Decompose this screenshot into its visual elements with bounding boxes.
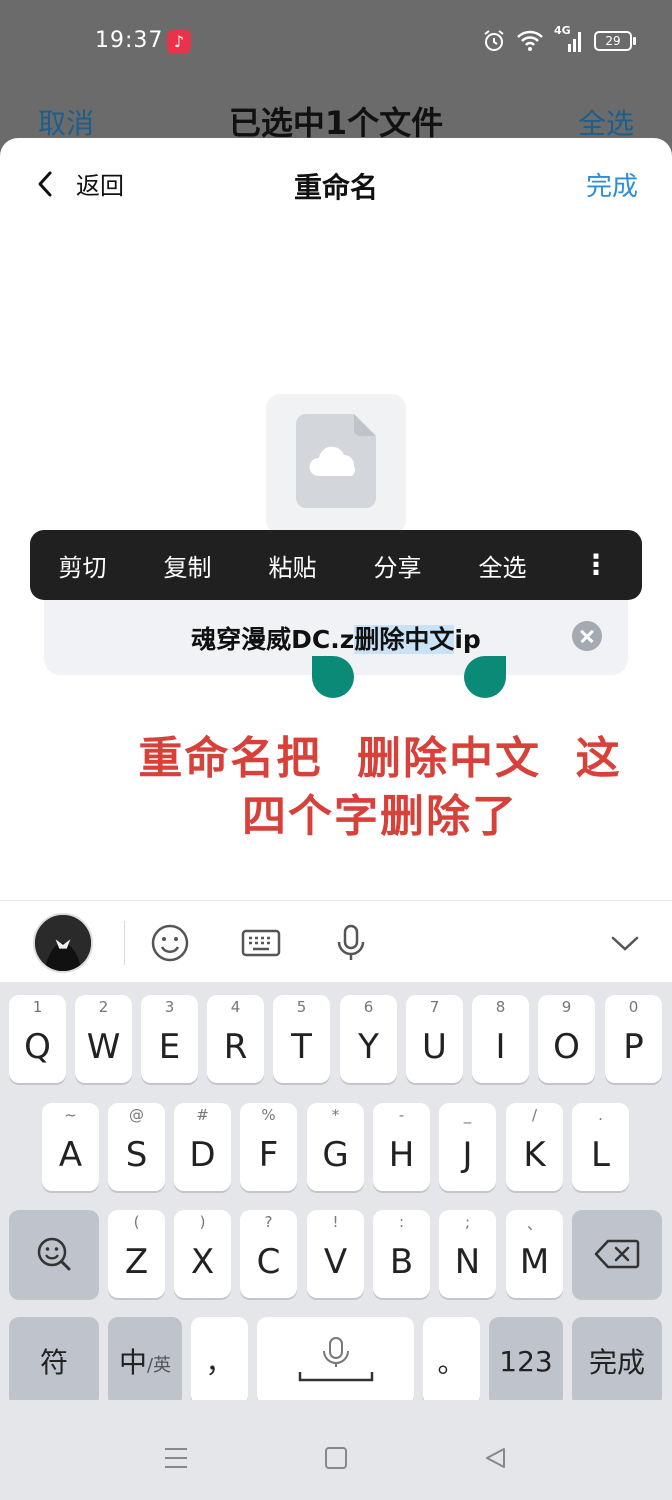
key-a[interactable]: ~ A — [42, 1103, 99, 1191]
menu-copy[interactable]: 复制 — [135, 548, 240, 583]
menu-icon[interactable] — [163, 1446, 189, 1470]
emoji-search-key[interactable] — [9, 1210, 99, 1298]
music-app-icon: ♪ — [167, 30, 191, 54]
keyboard: 1Q 2W 3E 4R 5T 6Y 7U 8I 9O 0P ~ A @ S # D %… — [0, 982, 672, 1405]
cellular-signal-icon: 4G — [554, 24, 584, 54]
status-time: 19:37 — [95, 28, 164, 53]
language-switch-key[interactable]: 中/英 — [108, 1317, 182, 1405]
microphone-icon[interactable] — [331, 923, 371, 963]
wifi-icon — [517, 30, 543, 51]
file-thumbnail — [266, 394, 406, 534]
backspace-icon — [594, 1239, 640, 1269]
key-e[interactable]: 3E — [141, 995, 198, 1083]
key-o[interactable]: 9O — [538, 995, 595, 1083]
key-s[interactable]: @ S — [108, 1103, 165, 1191]
done-button[interactable]: 完成 — [586, 166, 638, 203]
text-context-menu: 剪切 复制 粘贴 分享 全选 ⋮ — [30, 530, 642, 600]
emoji-icon[interactable] — [150, 923, 190, 963]
selection-handle-start[interactable] — [312, 656, 354, 698]
key-r[interactable]: 4R — [207, 995, 264, 1083]
toolbar-divider — [124, 921, 125, 965]
network-type: 4G — [554, 24, 571, 37]
backspace-key[interactable] — [572, 1210, 662, 1298]
key-i[interactable]: 8I — [472, 995, 529, 1083]
keyboard-icon[interactable] — [241, 923, 281, 963]
key-z[interactable]: (Z — [108, 1210, 165, 1298]
key-p[interactable]: 0P — [605, 995, 662, 1083]
avatar[interactable] — [33, 913, 93, 973]
selection-handle-end[interactable] — [464, 656, 506, 698]
key-f[interactable]: % F — [240, 1103, 297, 1191]
key-h[interactable]: -H — [373, 1103, 430, 1191]
key-m[interactable]: 、 M — [506, 1210, 563, 1298]
key-q[interactable]: 1Q — [9, 995, 66, 1083]
key-t[interactable]: 5T — [273, 995, 330, 1083]
numbers-key[interactable]: 123 — [489, 1317, 563, 1405]
key-j[interactable]: _ J — [439, 1103, 496, 1191]
select-all-button[interactable]: 全选 — [578, 102, 634, 142]
menu-share[interactable]: 分享 — [345, 548, 450, 583]
period-key[interactable]: 。 — [423, 1317, 480, 1405]
page-title: 重命名 — [293, 171, 378, 204]
comma-key[interactable]: ， — [191, 1317, 248, 1405]
filename-before: 魂穿漫威DC.z — [191, 625, 355, 654]
emoji-search-icon — [37, 1237, 71, 1271]
key-n[interactable]: ; N — [439, 1210, 496, 1298]
annotation-text: 重命名把 删除中文 这 四个字删除了 — [100, 730, 660, 846]
key-v[interactable]: ! V — [307, 1210, 364, 1298]
home-icon[interactable] — [324, 1446, 348, 1470]
filename-text[interactable]: 魂穿漫威DC.z删除中文ip — [44, 620, 628, 656]
key-x[interactable]: ) X — [174, 1210, 231, 1298]
menu-cut[interactable]: 剪切 — [30, 548, 135, 583]
key-b[interactable]: :B — [373, 1210, 430, 1298]
alarm-icon — [484, 30, 504, 51]
annotation-line-1: 重命名把 删除中文 这 — [138, 733, 622, 784]
cloud-file-icon — [296, 414, 376, 508]
filename-selection: 删除中文 — [354, 625, 455, 654]
key-c[interactable]: ? C — [240, 1210, 297, 1298]
chevron-down-icon[interactable] — [605, 923, 645, 963]
annotation-line-2: 四个字删除了 — [242, 791, 518, 842]
key-g[interactable]: * G — [307, 1103, 364, 1191]
keyboard-toolbar — [0, 900, 672, 982]
clear-icon[interactable] — [572, 621, 602, 651]
battery-icon: 29 — [594, 31, 636, 51]
space-key[interactable] — [257, 1317, 414, 1405]
key-d[interactable]: # D — [174, 1103, 231, 1191]
filename-after: ip — [454, 625, 481, 654]
back-nav-icon[interactable] — [484, 1446, 508, 1470]
space-voice-icon — [298, 1337, 373, 1382]
key-k[interactable]: / K — [506, 1103, 563, 1191]
menu-paste[interactable]: 粘贴 — [240, 548, 345, 583]
symbols-key[interactable]: 符 — [9, 1317, 99, 1405]
status-bar: 19:37 ♪ 4G 29 — [0, 0, 672, 86]
key-l[interactable]: .L — [572, 1103, 629, 1191]
key-y[interactable]: 6Y — [340, 995, 397, 1083]
menu-select-all[interactable]: 全选 — [450, 548, 555, 583]
navigation-bar — [0, 1400, 672, 1500]
key-u[interactable]: 7U — [406, 995, 463, 1083]
more-options-icon[interactable]: ⋮ — [582, 551, 610, 579]
keyboard-done-key[interactable]: 完成 — [572, 1317, 662, 1405]
status-icons: 4G 29 — [482, 24, 636, 54]
key-w[interactable]: 2W — [75, 995, 132, 1083]
